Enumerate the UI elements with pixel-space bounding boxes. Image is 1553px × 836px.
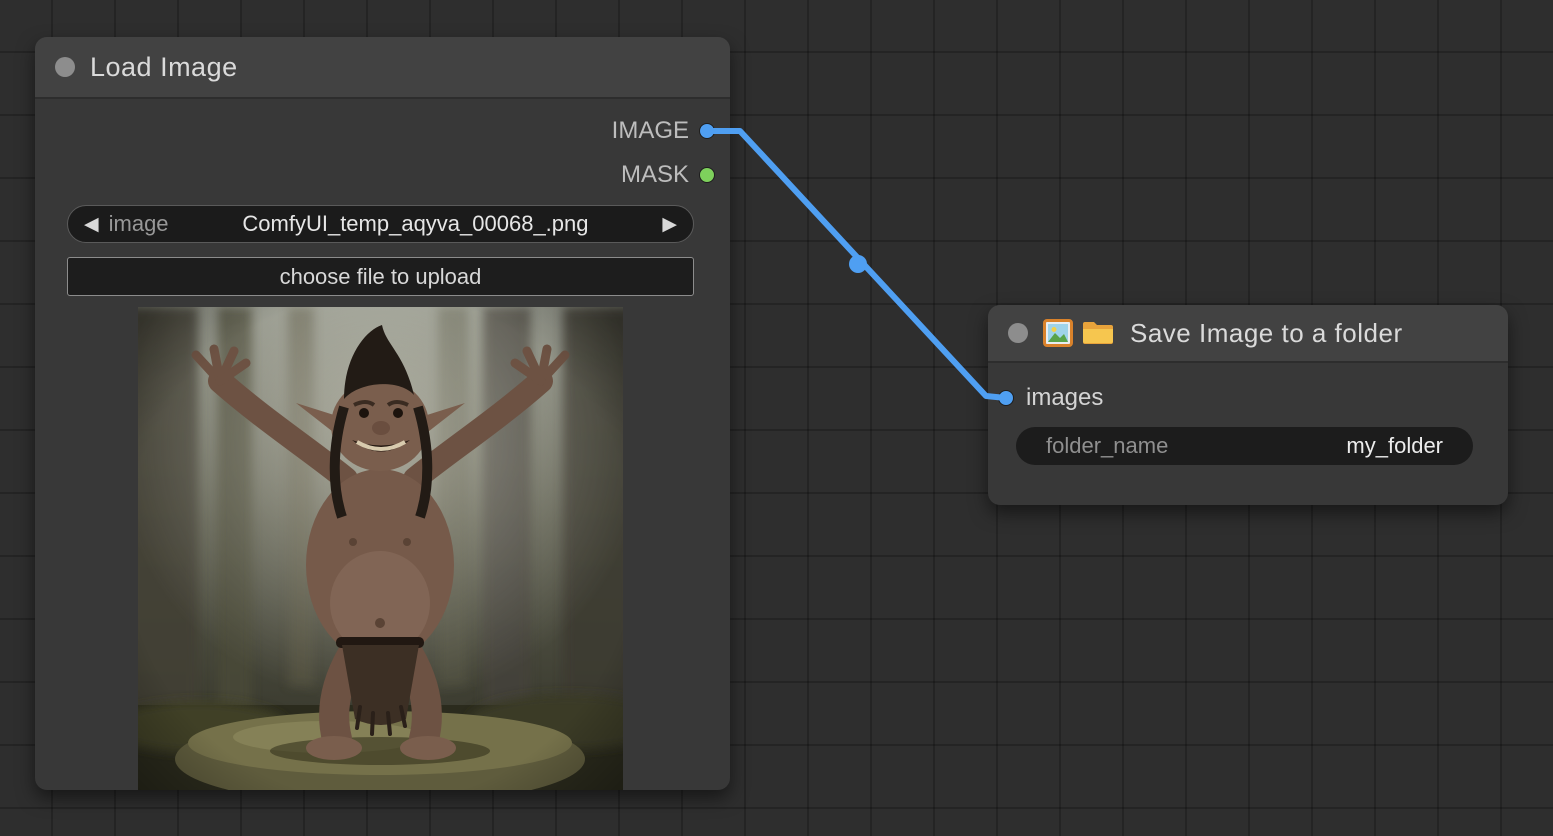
input-label-images: images bbox=[1026, 384, 1103, 412]
node-status-dot[interactable] bbox=[1008, 323, 1028, 343]
node-save-image-to-folder[interactable]: Save Image to a folder images folder_nam… bbox=[988, 305, 1508, 505]
link-midpoint-dot[interactable] bbox=[849, 255, 867, 273]
picture-icon bbox=[1043, 319, 1073, 347]
output-label-image: IMAGE bbox=[612, 117, 689, 145]
output-dot-mask[interactable] bbox=[699, 167, 715, 183]
folder-name-widget-label: folder_name bbox=[1046, 433, 1168, 459]
node-title: Load Image bbox=[90, 52, 238, 83]
choose-file-button[interactable]: choose file to upload bbox=[67, 257, 694, 296]
combo-widget-label: image bbox=[109, 211, 169, 237]
combo-widget-value: ComfyUI_temp_aqyva_00068_.png bbox=[169, 211, 663, 237]
output-slot-image[interactable]: IMAGE bbox=[35, 117, 730, 145]
image-to-images-link[interactable] bbox=[712, 131, 1006, 398]
folder-icon bbox=[1081, 320, 1115, 346]
load-image-titlebar[interactable]: Load Image bbox=[35, 37, 730, 99]
image-combo-widget[interactable]: ◀ image ComfyUI_temp_aqyva_00068_.png ▶ bbox=[67, 205, 694, 243]
save-node-titlebar[interactable]: Save Image to a folder bbox=[988, 305, 1508, 363]
folder-name-widget[interactable]: folder_name my_folder bbox=[1016, 427, 1473, 465]
output-dot-image[interactable] bbox=[699, 123, 715, 139]
image-preview-container bbox=[138, 307, 623, 790]
output-slot-mask[interactable]: MASK bbox=[35, 161, 730, 189]
node-title: Save Image to a folder bbox=[1130, 318, 1403, 349]
combo-prev-arrow-icon[interactable]: ◀ bbox=[84, 215, 99, 234]
save-node-title-icons bbox=[1043, 319, 1115, 347]
folder-name-widget-value: my_folder bbox=[1346, 433, 1443, 459]
combo-next-arrow-icon[interactable]: ▶ bbox=[662, 215, 677, 234]
node-graph-canvas[interactable]: Load Image IMAGE MASK ◀ image ComfyUI_te… bbox=[0, 0, 1553, 836]
image-preview bbox=[138, 307, 623, 790]
input-slot-images[interactable]: images bbox=[998, 384, 1103, 412]
node-load-image[interactable]: Load Image IMAGE MASK ◀ image ComfyUI_te… bbox=[35, 37, 730, 790]
input-dot-images[interactable] bbox=[998, 390, 1014, 406]
node-status-dot[interactable] bbox=[55, 57, 75, 77]
output-label-mask: MASK bbox=[621, 161, 689, 189]
